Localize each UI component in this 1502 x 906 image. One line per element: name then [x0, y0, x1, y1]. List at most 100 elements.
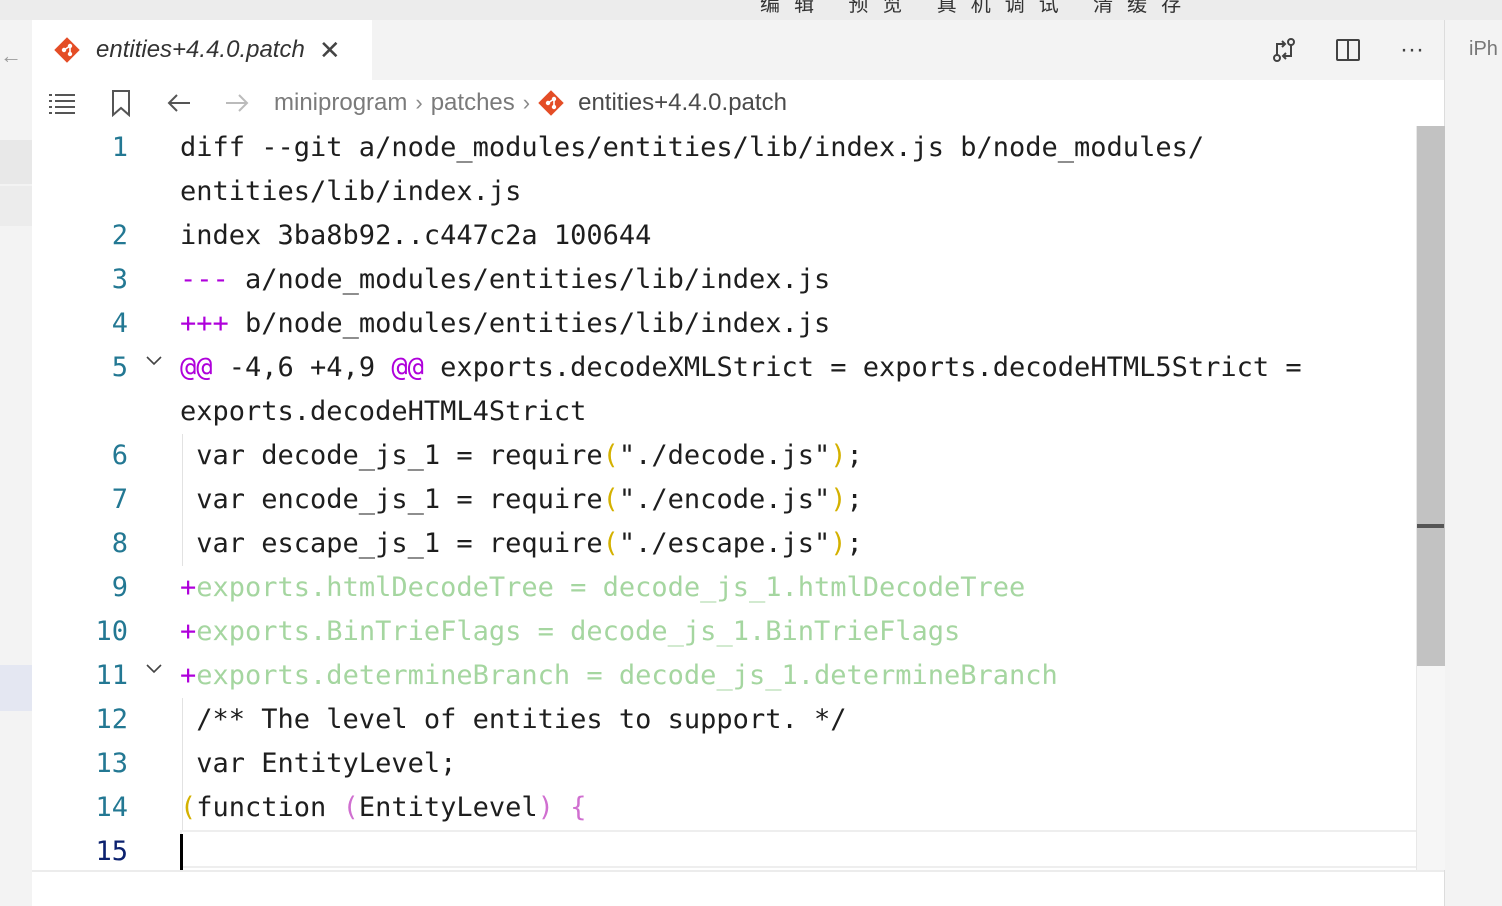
- code-line-current[interactable]: 15: [32, 830, 1416, 874]
- breadcrumb-item-patches[interactable]: patches: [431, 89, 515, 117]
- code-token: function: [196, 792, 343, 823]
- code-line[interactable]: 6 var decode_js_1 = require("./decode.js…: [32, 434, 1416, 478]
- bracket: (: [602, 440, 619, 471]
- bracket: (: [602, 484, 619, 515]
- adjacent-pane-label: iPh: [1469, 38, 1498, 60]
- code-line[interactable]: 7 var encode_js_1 = require("./encode.js…: [32, 478, 1416, 522]
- code-line-added[interactable]: 9 +exports.htmlDecodeTree = decode_js_1.…: [32, 566, 1416, 610]
- chevron-down-icon[interactable]: [144, 350, 164, 370]
- code-line[interactable]: 14 (function (EntityLevel) {: [32, 786, 1416, 830]
- line-number: 13: [95, 748, 128, 779]
- code-line[interactable]: 1 diff --git a/node_modules/entities/lib…: [32, 126, 1416, 170]
- bracket: (: [602, 528, 619, 559]
- editor-bottom-edge: [32, 870, 1444, 872]
- bracket: (: [180, 792, 197, 823]
- code-line[interactable]: 4 +++ b/node_modules/entities/lib/index.…: [32, 302, 1416, 346]
- line-number: 3: [111, 264, 128, 295]
- code-text: +exports.BinTrieFlags = decode_js_1.BinT…: [180, 610, 960, 654]
- code-line-wrapped[interactable]: exports.decodeHTML4Strict: [32, 390, 1416, 434]
- code-text: --- a/node_modules/entities/lib/index.js: [180, 258, 830, 302]
- adjacent-pane: iPh: [1444, 20, 1502, 906]
- sidebar-row-selected[interactable]: [0, 665, 32, 711]
- added-code: exports.BinTrieFlags = decode_js_1.BinTr…: [196, 616, 961, 647]
- code-text: @@ -4,6 +4,9 @@ exports.decodeXMLStrict …: [180, 346, 1302, 390]
- code-line-added[interactable]: 10 +exports.BinTrieFlags = decode_js_1.B…: [32, 610, 1416, 654]
- code-token: ;: [846, 484, 863, 515]
- line-number: 1: [111, 132, 128, 163]
- code-text: /** The level of entities to support. */: [180, 704, 847, 735]
- code-text: var escape_js_1 = require("./escape.js")…: [180, 522, 863, 566]
- line-number: 10: [95, 616, 128, 647]
- bracket: {: [570, 792, 587, 823]
- line-number: 6: [111, 440, 128, 471]
- line-number: 5: [111, 352, 128, 383]
- git-icon: [54, 37, 80, 63]
- line-number: 8: [111, 528, 128, 559]
- hunk-marker: @@: [391, 352, 424, 383]
- line-number: 14: [95, 792, 128, 823]
- code-line[interactable]: 2 index 3ba8b92..c447c2a 100644: [32, 214, 1416, 258]
- code-text: +exports.htmlDecodeTree = decode_js_1.ht…: [180, 566, 1025, 610]
- bracket: (: [342, 792, 359, 823]
- tab-title: entities+4.4.0.patch: [96, 36, 305, 63]
- hunk-range: -4,6 +4,9: [212, 352, 392, 383]
- bracket: ): [830, 484, 847, 515]
- line-number: 11: [95, 660, 128, 691]
- forward-arrow-icon[interactable]: [208, 83, 266, 123]
- code-text: +exports.determineBranch = decode_js_1.d…: [180, 654, 1058, 698]
- code-token: EntityLevel: [358, 792, 538, 823]
- code-line[interactable]: 3 --- a/node_modules/entities/lib/index.…: [32, 258, 1416, 302]
- code-line-wrapped[interactable]: entities/lib/index.js: [32, 170, 1416, 214]
- more-actions-icon[interactable]: ···: [1380, 30, 1444, 70]
- sidebar-row[interactable]: [0, 140, 32, 184]
- code-text: +++ b/node_modules/entities/lib/index.js: [180, 302, 830, 346]
- breadcrumb-item-file[interactable]: entities+4.4.0.patch: [578, 89, 787, 117]
- back-arrow-icon[interactable]: [150, 83, 208, 123]
- editor-actions: ···: [1252, 20, 1444, 80]
- code-text: var decode_js_1 = require("./decode.js")…: [180, 434, 863, 478]
- code-editor[interactable]: 1 diff --git a/node_modules/entities/lib…: [32, 126, 1416, 906]
- hunk-marker: @@: [180, 352, 213, 383]
- added-code: exports.htmlDecodeTree = decode_js_1.htm…: [196, 572, 1026, 603]
- scrollbar-thumb[interactable]: [1417, 126, 1445, 666]
- code-line[interactable]: 5 @@ -4,6 +4,9 @@ exports.decodeXMLStric…: [32, 346, 1416, 390]
- code-text: var encode_js_1 = require("./encode.js")…: [180, 478, 863, 522]
- code-line[interactable]: 12 /** The level of entities to support.…: [32, 698, 1416, 742]
- bracket: ): [830, 440, 847, 471]
- window-top-bar: 编辑 预览 真机调试 清缓存: [0, 0, 1502, 20]
- git-icon: [538, 90, 564, 116]
- diff-added-marker: +: [180, 660, 197, 691]
- bracket: ): [830, 528, 847, 559]
- string-token: "./decode.js": [618, 440, 831, 471]
- chevron-down-icon[interactable]: [144, 658, 164, 678]
- chevron-right-icon: ›: [522, 90, 531, 115]
- compare-changes-icon[interactable]: [1252, 30, 1316, 70]
- line-number: 7: [111, 484, 128, 515]
- code-text: index 3ba8b92..c447c2a 100644: [180, 220, 652, 251]
- split-editor-icon[interactable]: [1316, 30, 1380, 70]
- code-line-added[interactable]: 11 +exports.determineBranch = decode_js_…: [32, 654, 1416, 698]
- text-cursor: [180, 834, 183, 872]
- bracket: ): [537, 792, 554, 823]
- code-line[interactable]: 13 var EntityLevel;: [32, 742, 1416, 786]
- bookmark-icon[interactable]: [92, 83, 150, 123]
- code-text: entities/lib/index.js: [180, 176, 522, 207]
- left-arrow-icon[interactable]: ←: [0, 45, 22, 67]
- string-token: "./escape.js": [618, 528, 831, 559]
- outline-list-icon[interactable]: [32, 83, 92, 123]
- code-text: var EntityLevel;: [180, 748, 457, 779]
- line-number: 4: [111, 308, 128, 339]
- line-number: 2: [111, 220, 128, 251]
- code-token: var escape_js_1 = require: [180, 528, 603, 559]
- added-code: exports.determineBranch = decode_js_1.de…: [196, 660, 1058, 691]
- editor-tab-active[interactable]: entities+4.4.0.patch ✕: [32, 20, 372, 80]
- sidebar-row[interactable]: [0, 186, 32, 226]
- code-text: exports.decodeHTML4Strict: [180, 396, 587, 427]
- close-icon[interactable]: ✕: [319, 37, 341, 63]
- code-line[interactable]: 8 var escape_js_1 = require("./escape.js…: [32, 522, 1416, 566]
- diff-added-marker: +: [180, 616, 197, 647]
- code-token: var decode_js_1 = require: [180, 440, 603, 471]
- line-number: 12: [95, 704, 128, 735]
- breadcrumb-item-miniprogram[interactable]: miniprogram: [274, 89, 407, 117]
